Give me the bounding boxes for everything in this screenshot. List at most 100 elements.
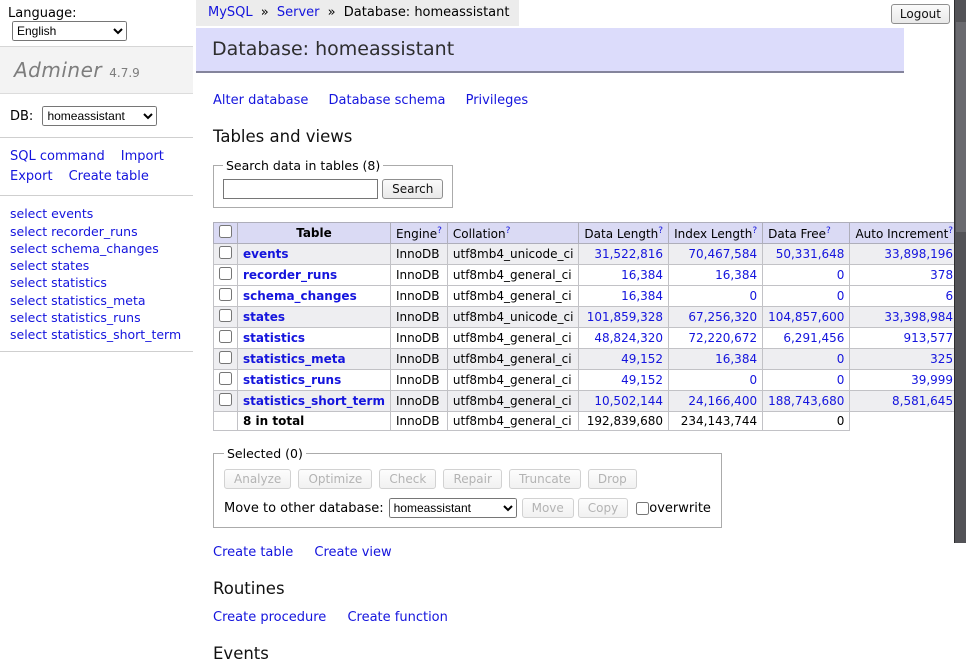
- table-link[interactable]: schema_changes: [243, 289, 357, 303]
- collation-help-link[interactable]: ?: [506, 226, 511, 236]
- auto-increment-help-link[interactable]: ?: [948, 226, 953, 236]
- auto-increment-link[interactable]: 913,577: [903, 331, 953, 345]
- vertical-scrollbar[interactable]: [954, 0, 966, 543]
- sidebar-item-select-statistics-meta[interactable]: select statistics_meta: [10, 292, 183, 309]
- create-view-link[interactable]: Create view: [314, 545, 391, 560]
- data-length-link[interactable]: 16,384: [621, 289, 663, 303]
- move-row: Move to other database: homeassistant Mo…: [224, 498, 711, 518]
- sidebar-export-link[interactable]: Export: [10, 169, 53, 184]
- search-input[interactable]: [223, 179, 378, 199]
- row-checkbox[interactable]: [219, 393, 232, 406]
- select-all-checkbox[interactable]: [219, 225, 232, 238]
- breadcrumb: MySQL » Server » Database: homeassistant: [196, 0, 519, 26]
- data-length-link[interactable]: 31,522,816: [594, 247, 663, 261]
- sidebar-item-select-recorder-runs[interactable]: select recorder_runs: [10, 223, 183, 240]
- row-checkbox[interactable]: [219, 246, 232, 259]
- index-length-link[interactable]: 24,166,400: [688, 394, 757, 408]
- col-collation: Collation?: [447, 223, 579, 244]
- sidebar-import-link[interactable]: Import: [121, 149, 164, 164]
- auto-increment-link[interactable]: 39,999: [911, 373, 953, 387]
- sidebar-item-select-states[interactable]: select states: [10, 257, 183, 274]
- copy-button[interactable]: Copy: [578, 498, 628, 518]
- sidebar-item-select-statistics-runs[interactable]: select statistics_runs: [10, 309, 183, 326]
- database-schema-link[interactable]: Database schema: [329, 93, 446, 108]
- table-link[interactable]: statistics: [243, 331, 305, 345]
- index-length-link[interactable]: 0: [749, 289, 757, 303]
- alter-database-link[interactable]: Alter database: [213, 93, 308, 108]
- data-length-link[interactable]: 48,824,320: [594, 331, 663, 345]
- table-link[interactable]: recorder_runs: [243, 268, 337, 282]
- row-checkbox[interactable]: [219, 330, 232, 343]
- create-table-link[interactable]: Create table: [213, 545, 293, 560]
- analyze-button[interactable]: Analyze: [224, 469, 291, 489]
- data-free-link[interactable]: 188,743,680: [768, 394, 844, 408]
- privileges-link[interactable]: Privileges: [466, 93, 529, 108]
- index-length-link[interactable]: 70,467,584: [688, 247, 757, 261]
- scrollbar-thumb[interactable]: [956, 22, 966, 232]
- table-link[interactable]: events: [243, 247, 289, 261]
- table-link[interactable]: statistics_short_term: [243, 394, 385, 408]
- data-free-link[interactable]: 0: [837, 289, 845, 303]
- data-free-link[interactable]: 0: [837, 373, 845, 387]
- language-select[interactable]: English: [12, 21, 127, 41]
- table-link[interactable]: statistics_runs: [243, 373, 341, 387]
- index-length-help-link[interactable]: ?: [752, 226, 757, 236]
- sidebar-create-table-link[interactable]: Create table: [69, 169, 149, 184]
- table-link[interactable]: states: [243, 310, 285, 324]
- create-procedure-link[interactable]: Create procedure: [213, 610, 326, 625]
- row-checkbox[interactable]: [219, 288, 232, 301]
- table-row: statistics_short_term InnoDB utf8mb4_gen…: [214, 391, 966, 412]
- optimize-button[interactable]: Optimize: [298, 469, 372, 489]
- index-length-link[interactable]: 72,220,672: [688, 331, 757, 345]
- data-free-link[interactable]: 104,857,600: [768, 310, 844, 324]
- row-checkbox[interactable]: [219, 351, 232, 364]
- data-length-link[interactable]: 49,152: [621, 352, 663, 366]
- row-checkbox[interactable]: [219, 309, 232, 322]
- index-length-link[interactable]: 0: [749, 373, 757, 387]
- selected-fieldset: Selected (0) Analyze Optimize Check Repa…: [213, 446, 722, 528]
- breadcrumb-server-link[interactable]: Server: [277, 5, 320, 20]
- drop-button[interactable]: Drop: [588, 469, 637, 489]
- index-length-link[interactable]: 67,256,320: [688, 310, 757, 324]
- total-engine: InnoDB: [390, 412, 447, 431]
- auto-increment-link[interactable]: 378: [930, 268, 953, 282]
- data-length-link[interactable]: 16,384: [621, 268, 663, 282]
- auto-increment-link[interactable]: 33,398,984: [884, 310, 953, 324]
- sidebar-sql-command-link[interactable]: SQL command: [10, 149, 105, 164]
- auto-increment-link[interactable]: 325: [930, 352, 953, 366]
- sidebar-item-select-statistics-short-term[interactable]: select statistics_short_term: [10, 326, 183, 343]
- repair-button[interactable]: Repair: [443, 469, 501, 489]
- sidebar-item-select-schema-changes[interactable]: select schema_changes: [10, 240, 183, 257]
- cell-collation: utf8mb4_general_ci: [447, 391, 579, 412]
- auto-increment-link[interactable]: 8,581,645: [892, 394, 953, 408]
- data-length-link[interactable]: 101,859,328: [587, 310, 663, 324]
- index-length-link[interactable]: 16,384: [715, 352, 757, 366]
- data-free-link[interactable]: 0: [837, 268, 845, 282]
- create-function-link[interactable]: Create function: [347, 610, 447, 625]
- engine-help-link[interactable]: ?: [437, 226, 442, 236]
- row-checkbox[interactable]: [219, 372, 232, 385]
- breadcrumb-mysql-link[interactable]: MySQL: [208, 5, 253, 20]
- sidebar-item-select-events[interactable]: select events: [10, 205, 183, 222]
- db-select[interactable]: homeassistant: [42, 106, 157, 126]
- move-db-select[interactable]: homeassistant: [389, 498, 517, 518]
- auto-increment-link[interactable]: 6: [945, 289, 953, 303]
- data-free-link[interactable]: 0: [837, 352, 845, 366]
- data-free-help-link[interactable]: ?: [826, 226, 831, 236]
- logout-button[interactable]: Logout: [891, 4, 950, 24]
- truncate-button[interactable]: Truncate: [509, 469, 581, 489]
- check-button[interactable]: Check: [379, 469, 436, 489]
- search-button[interactable]: Search: [382, 179, 443, 199]
- data-length-help-link[interactable]: ?: [658, 226, 663, 236]
- auto-increment-link[interactable]: 33,898,196: [884, 247, 953, 261]
- overwrite-checkbox[interactable]: [636, 502, 649, 515]
- data-length-link[interactable]: 10,502,144: [594, 394, 663, 408]
- row-checkbox[interactable]: [219, 267, 232, 280]
- index-length-link[interactable]: 16,384: [715, 268, 757, 282]
- data-free-link[interactable]: 50,331,648: [776, 247, 845, 261]
- table-link[interactable]: statistics_meta: [243, 352, 346, 366]
- data-length-link[interactable]: 49,152: [621, 373, 663, 387]
- move-button[interactable]: Move: [522, 498, 574, 518]
- data-free-link[interactable]: 6,291,456: [783, 331, 844, 345]
- sidebar-item-select-statistics[interactable]: select statistics: [10, 274, 183, 291]
